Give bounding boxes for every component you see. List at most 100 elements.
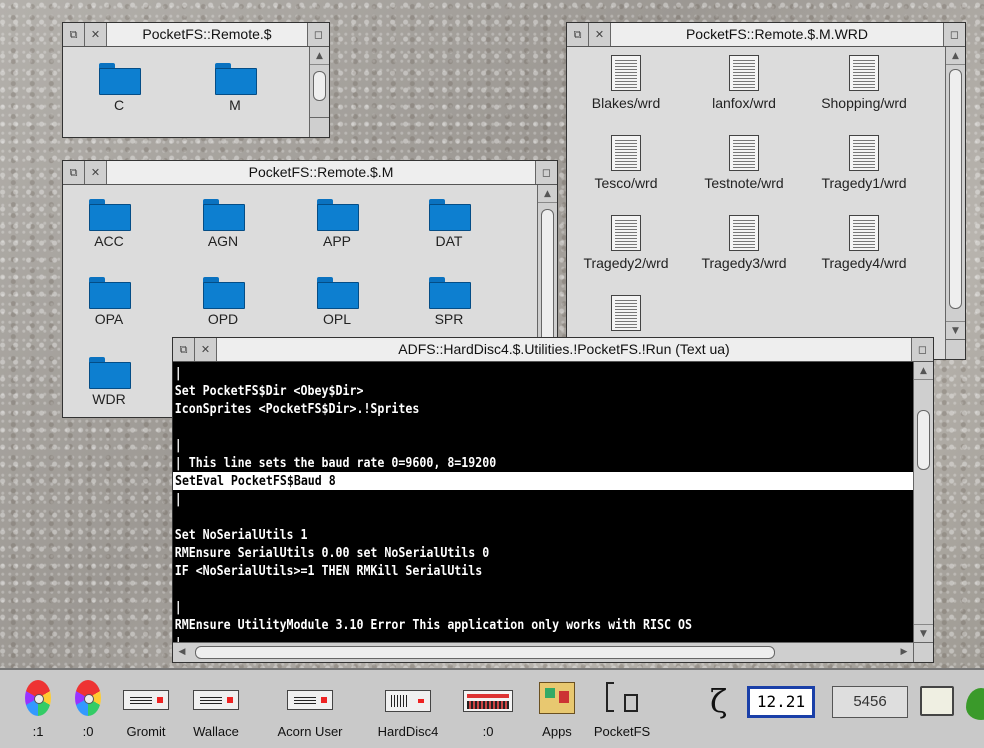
directory-item[interactable]: C: [77, 61, 161, 113]
text-line[interactable]: |: [173, 490, 809, 508]
scroll-up-icon[interactable]: ▲: [946, 47, 965, 65]
file-item[interactable]: Tragedy3/wrd: [689, 215, 799, 271]
zeta-icon[interactable]: ζ: [710, 682, 727, 720]
text-editor-content[interactable]: | Set PocketFS$Dir <Obey$Dir> IconSprites …: [173, 362, 913, 642]
scroll-thumb[interactable]: [195, 646, 775, 659]
directory-item[interactable]: OPA: [67, 275, 151, 327]
window-title: ADFS::HardDisc4.$.Utilities.!PocketFS.!R…: [217, 338, 911, 361]
directory-item[interactable]: M: [193, 61, 277, 113]
iconbar-item-wallace[interactable]: Wallace: [186, 680, 246, 739]
file-item[interactable]: Blakes/wrd: [571, 55, 681, 111]
text-line[interactable]: |: [173, 634, 809, 642]
vertical-scrollbar[interactable]: ▲: [309, 47, 329, 137]
text-line[interactable]: Set PocketFS$Dir <Obey$Dir>: [173, 382, 809, 400]
horizontal-scrollbar[interactable]: ◀ ▶: [173, 642, 913, 662]
title-bar[interactable]: ⧉ ✕ PocketFS::Remote.$.M.WRD ◻: [567, 23, 965, 47]
text-line[interactable]: IconSprites <PocketFS$Dir>.!Sprites: [173, 400, 809, 418]
text-line[interactable]: [173, 580, 809, 598]
iconbar-item-gromit[interactable]: Gromit: [116, 680, 176, 739]
directory-label: SPR: [434, 311, 464, 327]
free-memory-display[interactable]: 5456: [832, 686, 908, 718]
resize-icon[interactable]: [946, 339, 965, 359]
text-line[interactable]: |: [173, 436, 809, 454]
iconbar-item-pocketfs[interactable]: PocketFS: [592, 680, 652, 739]
text-line[interactable]: | This line sets the baud rate 0=9600, 8…: [173, 454, 809, 472]
text-line-content: |: [175, 635, 182, 642]
directory-item[interactable]: SPR: [407, 275, 491, 327]
toggle-size-icon[interactable]: ◻: [535, 161, 557, 184]
scroll-down-icon[interactable]: ▼: [946, 321, 965, 339]
window-remote-root[interactable]: ⧉ ✕ PocketFS::Remote.$ ◻ C M ▲: [62, 22, 330, 138]
scroll-left-icon[interactable]: ◀: [173, 643, 191, 662]
folder-icon: [429, 275, 471, 309]
text-line[interactable]: RMEnsure UtilityModule 3.10 Error This a…: [173, 616, 809, 634]
iconbar-item-cd-0[interactable]: :0: [68, 680, 108, 739]
file-item[interactable]: Tragedy1/wrd: [809, 135, 919, 191]
acorn-task-manager-icon[interactable]: [966, 688, 984, 720]
text-line[interactable]: |: [173, 598, 809, 616]
directory-viewer: Blakes/wrd lanfox/wrd Shopping/wrd Tesco…: [567, 47, 945, 359]
close-icon[interactable]: ✕: [195, 338, 217, 361]
scroll-down-icon[interactable]: ▼: [914, 624, 933, 642]
text-line[interactable]: [173, 508, 809, 526]
scroll-right-icon[interactable]: ▶: [895, 643, 913, 662]
close-icon[interactable]: ✕: [589, 23, 611, 46]
toggle-size-icon[interactable]: ◻: [307, 23, 329, 46]
scroll-up-icon[interactable]: ▲: [310, 47, 329, 65]
text-line[interactable]: [173, 418, 809, 436]
file-item[interactable]: Tragedy2/wrd: [571, 215, 681, 271]
text-line[interactable]: IF <NoSerialUtils>=1 THEN RMKill SerialU…: [173, 562, 809, 580]
file-label: Tragedy2/wrd: [583, 255, 669, 271]
back-icon[interactable]: ⧉: [173, 338, 195, 361]
toggle-size-icon[interactable]: ◻: [943, 23, 965, 46]
scroll-thumb[interactable]: [917, 410, 930, 470]
iconbar-label: PocketFS: [593, 724, 651, 739]
text-line[interactable]: RMEnsure SerialUtils 0.00 set NoSerialUt…: [173, 544, 809, 562]
vertical-scrollbar[interactable]: ▲ ▼: [945, 47, 965, 359]
scroll-thumb[interactable]: [949, 69, 962, 309]
title-bar[interactable]: ⧉ ✕ ADFS::HardDisc4.$.Utilities.!PocketF…: [173, 338, 933, 362]
back-icon[interactable]: ⧉: [63, 161, 85, 184]
back-icon[interactable]: ⧉: [63, 23, 85, 46]
file-item[interactable]: [571, 295, 681, 335]
file-item[interactable]: Tragedy4/wrd: [809, 215, 919, 271]
window-remote-wrd[interactable]: ⧉ ✕ PocketFS::Remote.$.M.WRD ◻ Blakes/wr…: [566, 22, 966, 360]
scroll-thumb[interactable]: [313, 71, 326, 101]
iconbar-label: :0: [482, 724, 494, 739]
file-item[interactable]: Tesco/wrd: [571, 135, 681, 191]
file-item[interactable]: lanfox/wrd: [689, 55, 799, 111]
directory-item[interactable]: APP: [295, 197, 379, 249]
window-text-editor[interactable]: ⧉ ✕ ADFS::HardDisc4.$.Utilities.!PocketF…: [172, 337, 934, 663]
scroll-thumb[interactable]: [541, 209, 554, 349]
iconbar-item-acorn-user[interactable]: Acorn User: [277, 680, 343, 739]
title-bar[interactable]: ⧉ ✕ PocketFS::Remote.$.M ◻: [63, 161, 557, 185]
resize-icon[interactable]: [914, 642, 933, 662]
file-item[interactable]: Shopping/wrd: [809, 55, 919, 111]
vertical-scrollbar[interactable]: ▲ ▼: [913, 362, 933, 662]
toggle-size-icon[interactable]: ◻: [911, 338, 933, 361]
iconbar-item-apps[interactable]: Apps: [532, 680, 582, 739]
display-monitor-icon[interactable]: [920, 686, 954, 716]
directory-item[interactable]: ACC: [67, 197, 151, 249]
iconbar-item-cd-1[interactable]: :1: [18, 680, 58, 739]
title-bar[interactable]: ⧉ ✕ PocketFS::Remote.$ ◻: [63, 23, 329, 47]
scroll-up-icon[interactable]: ▲: [914, 362, 933, 380]
resize-icon[interactable]: [310, 117, 329, 137]
selected-text-line[interactable]: SetEval PocketFS$Baud 8: [173, 472, 913, 490]
iconbar-item-ram-disc[interactable]: :0: [458, 680, 518, 739]
scroll-up-icon[interactable]: ▲: [538, 185, 557, 203]
iconbar-item-harddisc4[interactable]: HardDisc4: [378, 680, 438, 739]
text-line[interactable]: |: [173, 364, 809, 382]
directory-item[interactable]: OPL: [295, 275, 379, 327]
file-label: Tragedy1/wrd: [821, 175, 907, 191]
close-icon[interactable]: ✕: [85, 23, 107, 46]
file-item[interactable]: Testnote/wrd: [689, 135, 799, 191]
clock-display[interactable]: 12.21: [747, 686, 815, 718]
close-icon[interactable]: ✕: [85, 161, 107, 184]
directory-item[interactable]: DAT: [407, 197, 491, 249]
text-line[interactable]: Set NoSerialUtils 1: [173, 526, 809, 544]
directory-item[interactable]: OPD: [181, 275, 265, 327]
back-icon[interactable]: ⧉: [567, 23, 589, 46]
directory-item[interactable]: WDR: [67, 355, 151, 407]
directory-item[interactable]: AGN: [181, 197, 265, 249]
